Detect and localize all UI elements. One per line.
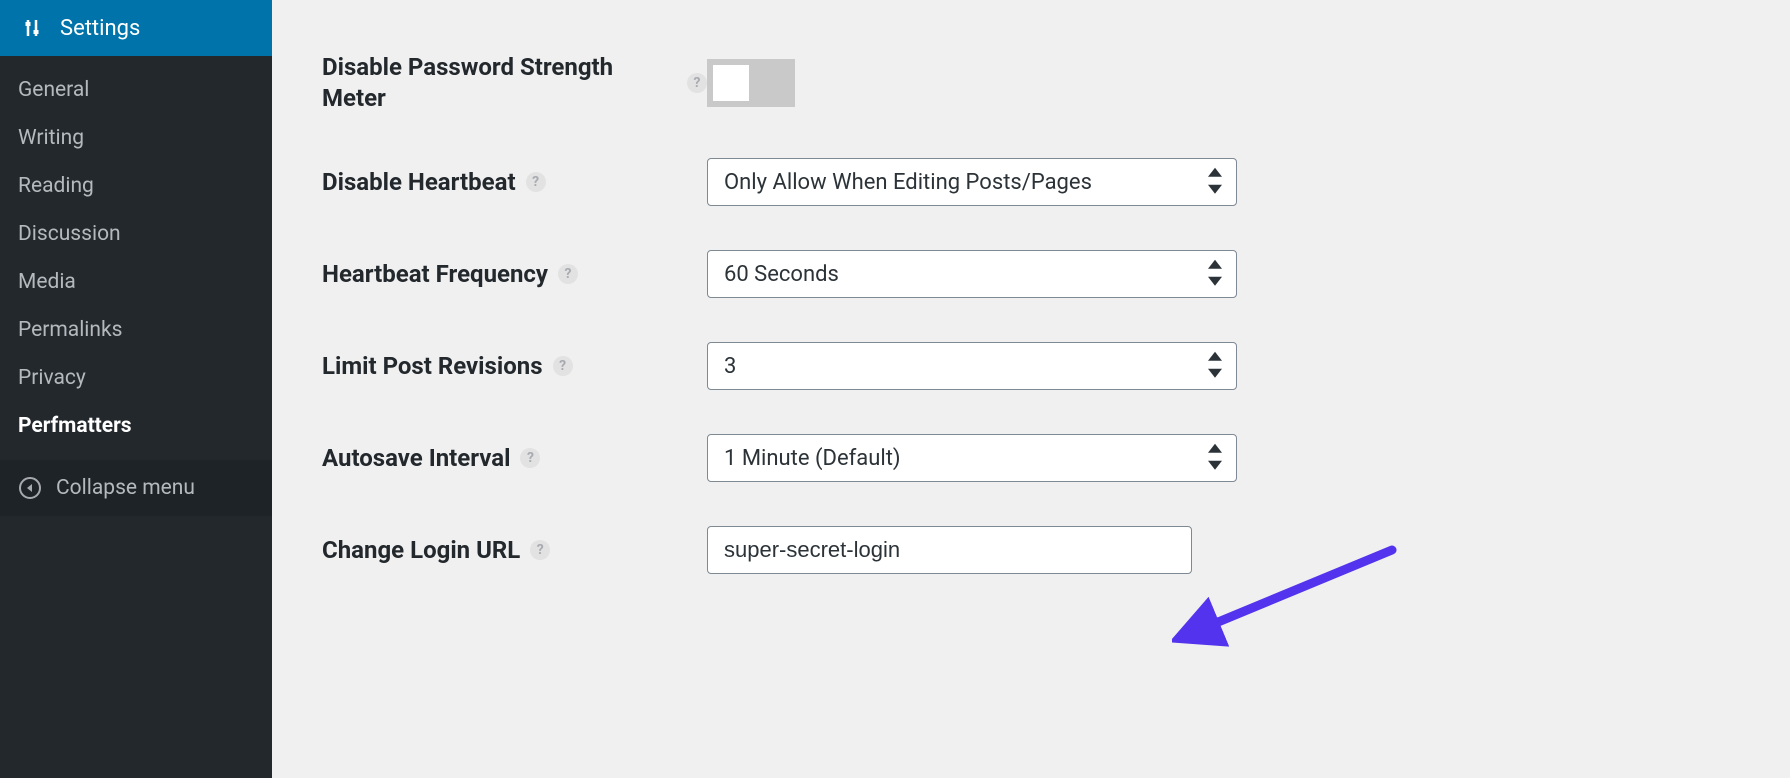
help-icon[interactable]: ?	[558, 264, 578, 284]
row-limit-post-revisions: Limit Post Revisions ? 3	[322, 320, 1740, 412]
sidebar-item-permalinks[interactable]: Permalinks	[0, 306, 272, 354]
row-change-login-url: Change Login URL ?	[322, 504, 1740, 596]
admin-sidebar: Settings General Writing Reading Discuss…	[0, 0, 272, 778]
sidebar-header-title: Settings	[60, 16, 140, 41]
help-icon[interactable]: ?	[520, 448, 540, 468]
select-heartbeat-frequency[interactable]: 60 Seconds	[707, 250, 1237, 298]
label-text: Disable Password Strength Meter	[322, 52, 677, 114]
input-change-login-url[interactable]	[707, 526, 1192, 574]
select-value: 1 Minute (Default)	[724, 446, 901, 471]
help-icon[interactable]: ?	[687, 73, 707, 93]
select-autosave-interval[interactable]: 1 Minute (Default)	[707, 434, 1237, 482]
settings-content: Disable Password Strength Meter ? Disabl…	[272, 0, 1790, 778]
label-text: Autosave Interval	[322, 443, 510, 474]
label-disable-password-meter: Disable Password Strength Meter ?	[322, 52, 707, 114]
select-limit-post-revisions[interactable]: 3	[707, 342, 1237, 390]
chevron-up-down-icon	[1208, 444, 1222, 470]
label-text: Heartbeat Frequency	[322, 259, 548, 290]
select-value: 3	[724, 354, 736, 379]
chevron-up-down-icon	[1208, 352, 1222, 378]
label-text: Change Login URL	[322, 535, 520, 566]
toggle-disable-password-meter[interactable]	[707, 59, 795, 107]
sidebar-submenu: General Writing Reading Discussion Media…	[0, 56, 272, 450]
help-icon[interactable]: ?	[530, 540, 550, 560]
chevron-up-down-icon	[1208, 260, 1222, 286]
sidebar-item-general[interactable]: General	[0, 66, 272, 114]
select-value: 60 Seconds	[724, 262, 839, 287]
row-autosave-interval: Autosave Interval ? 1 Minute (Default)	[322, 412, 1740, 504]
chevron-up-down-icon	[1208, 168, 1222, 194]
sidebar-item-media[interactable]: Media	[0, 258, 272, 306]
row-disable-heartbeat: Disable Heartbeat ? Only Allow When Edit…	[322, 136, 1740, 228]
sidebar-header-settings[interactable]: Settings	[0, 0, 272, 56]
label-limit-post-revisions: Limit Post Revisions ?	[322, 351, 707, 382]
collapse-icon	[18, 476, 42, 500]
help-icon[interactable]: ?	[526, 172, 546, 192]
sliders-icon	[18, 14, 46, 42]
sidebar-item-privacy[interactable]: Privacy	[0, 354, 272, 402]
sidebar-item-reading[interactable]: Reading	[0, 162, 272, 210]
select-value: Only Allow When Editing Posts/Pages	[724, 170, 1092, 195]
help-icon[interactable]: ?	[553, 356, 573, 376]
label-autosave-interval: Autosave Interval ?	[322, 443, 707, 474]
row-heartbeat-frequency: Heartbeat Frequency ? 60 Seconds	[322, 228, 1740, 320]
sidebar-item-writing[interactable]: Writing	[0, 114, 272, 162]
toggle-knob	[713, 65, 749, 101]
collapse-menu-label: Collapse menu	[56, 476, 195, 500]
sidebar-item-perfmatters[interactable]: Perfmatters	[0, 402, 272, 450]
sidebar-item-discussion[interactable]: Discussion	[0, 210, 272, 258]
select-disable-heartbeat[interactable]: Only Allow When Editing Posts/Pages	[707, 158, 1237, 206]
label-change-login-url: Change Login URL ?	[322, 535, 707, 566]
label-text: Disable Heartbeat	[322, 167, 516, 198]
label-text: Limit Post Revisions	[322, 351, 543, 382]
label-disable-heartbeat: Disable Heartbeat ?	[322, 167, 707, 198]
row-disable-password-meter: Disable Password Strength Meter ?	[322, 30, 1740, 136]
label-heartbeat-frequency: Heartbeat Frequency ?	[322, 259, 707, 290]
collapse-menu-button[interactable]: Collapse menu	[0, 460, 272, 516]
